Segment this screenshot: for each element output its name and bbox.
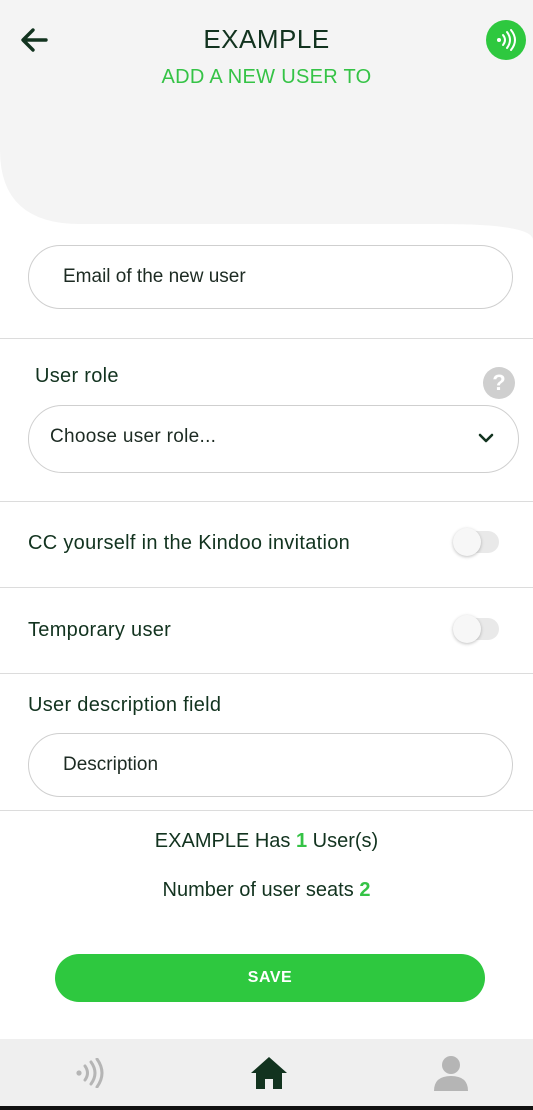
user-count-text: EXAMPLE Has 1 User(s)	[0, 830, 533, 853]
toggle-knob	[453, 528, 481, 556]
divider	[0, 810, 533, 811]
nfc-status-button[interactable]	[486, 20, 526, 60]
nav-nfc[interactable]	[64, 1051, 114, 1095]
user-seats-value: 2	[359, 879, 371, 901]
toggle-knob	[453, 615, 481, 643]
temporary-user-toggle[interactable]	[453, 615, 499, 643]
nav-home[interactable]	[244, 1051, 294, 1095]
bottom-navigation	[0, 1039, 533, 1110]
cc-yourself-label: CC yourself in the Kindoo invitation	[28, 532, 351, 554]
email-input[interactable]	[28, 245, 513, 309]
temporary-user-label: Temporary user	[28, 619, 172, 641]
user-seats-text: Number of user seats 2	[0, 879, 533, 902]
chevron-down-icon	[478, 433, 494, 443]
page-title: EXAMPLE	[203, 24, 330, 54]
user-role-label: User role	[35, 365, 119, 387]
user-count-prefix: EXAMPLE Has	[154, 830, 291, 852]
nfc-icon	[76, 1058, 104, 1088]
nfc-icon	[497, 29, 516, 51]
divider	[0, 673, 533, 674]
user-role-select-value: Choose user role...	[50, 426, 217, 447]
profile-icon	[434, 1056, 468, 1091]
user-seats-prefix: Number of user seats	[162, 879, 354, 901]
nav-profile[interactable]	[426, 1051, 476, 1095]
save-button[interactable]: SAVE	[55, 954, 485, 1002]
user-count-suffix: User(s)	[312, 830, 379, 852]
user-count-value: 1	[295, 830, 308, 852]
divider	[0, 587, 533, 588]
user-role-select[interactable]: Choose user role...	[28, 405, 519, 473]
page-subtitle: ADD A NEW USER TO	[161, 66, 372, 88]
cc-yourself-toggle[interactable]	[453, 528, 499, 556]
description-input[interactable]	[28, 733, 513, 797]
home-icon	[251, 1057, 287, 1089]
user-description-label: User description field	[28, 694, 222, 716]
divider	[0, 338, 533, 339]
help-icon[interactable]: ?	[483, 367, 515, 399]
divider	[0, 501, 533, 502]
